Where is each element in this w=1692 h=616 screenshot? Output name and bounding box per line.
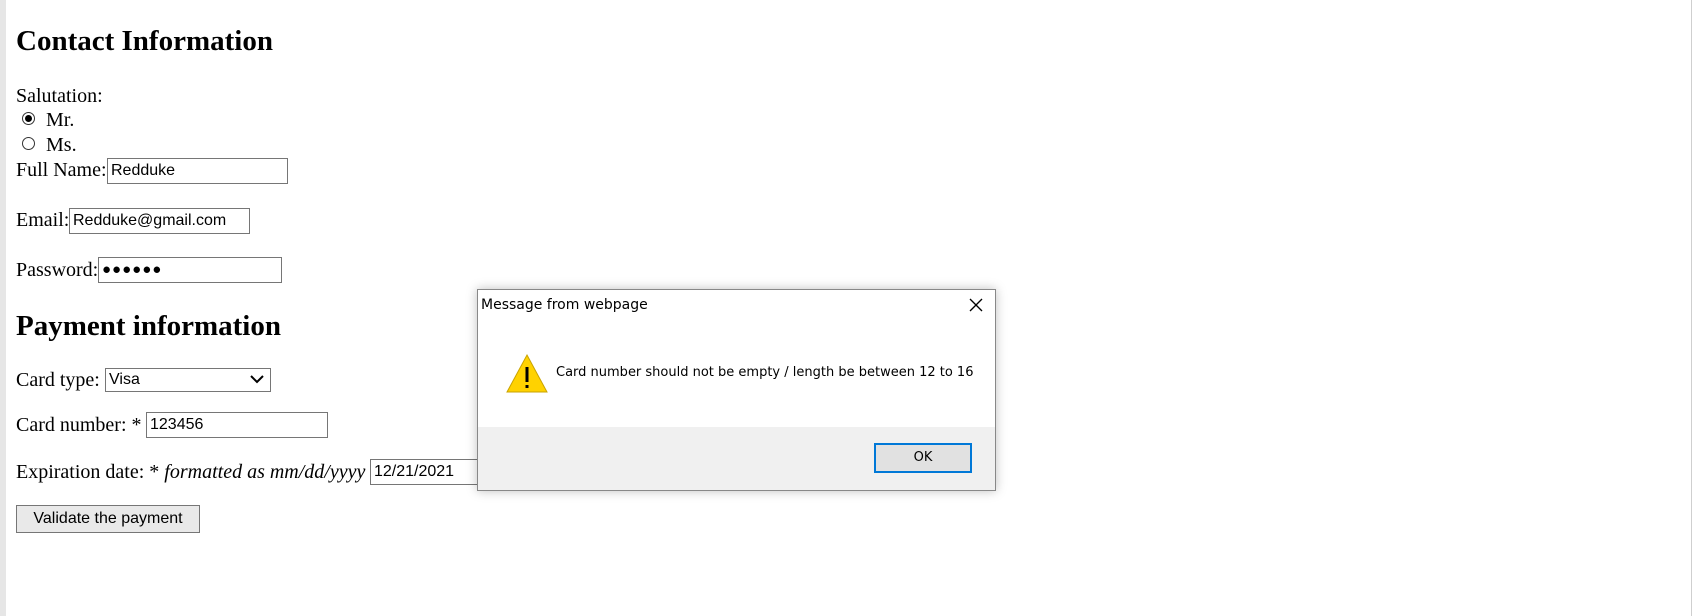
validate-payment-button[interactable]: Validate the payment: [16, 505, 200, 533]
salutation-option-ms: Ms.: [46, 134, 77, 156]
card-number-label: Card number: *: [16, 414, 142, 436]
expiration-label-text: Expiration date: *: [16, 461, 160, 483]
expiration-label: Expiration date: * formatted as mm/dd/yy…: [16, 460, 365, 484]
card-type-select[interactable]: Visa: [105, 368, 271, 392]
payment-heading: Payment information: [16, 310, 281, 342]
salutation-radio-ms[interactable]: [22, 137, 35, 150]
email-label: Email:: [16, 209, 70, 231]
email-input[interactable]: Redduke@gmail.com: [69, 208, 250, 234]
card-type-label: Card type:: [16, 369, 100, 391]
password-label: Password:: [16, 259, 99, 281]
dialog-message: Card number should not be empty / length…: [556, 365, 974, 380]
chevron-down-icon: [250, 375, 264, 384]
window-left-edge: [0, 0, 6, 616]
dialog-footer: OK: [478, 427, 995, 490]
full-name-label: Full Name:: [16, 159, 107, 181]
expiration-format-hint: formatted as mm/dd/yyyy: [164, 461, 366, 483]
close-icon[interactable]: [969, 298, 983, 312]
salutation-radio-mr[interactable]: [22, 112, 35, 125]
salutation-option-mr: Mr.: [46, 109, 75, 131]
warning-icon: [506, 353, 548, 393]
password-input[interactable]: ●●●●●●: [98, 257, 282, 283]
card-type-value: Visa: [109, 371, 140, 388]
alert-dialog: Message from webpage Card number should …: [477, 289, 996, 491]
dialog-title: Message from webpage: [481, 297, 648, 313]
full-name-input[interactable]: Redduke: [107, 158, 288, 184]
ok-button[interactable]: OK: [874, 443, 972, 473]
salutation-label: Salutation:: [16, 85, 103, 107]
contact-heading: Contact Information: [16, 25, 273, 57]
card-number-input[interactable]: 123456: [146, 412, 328, 438]
